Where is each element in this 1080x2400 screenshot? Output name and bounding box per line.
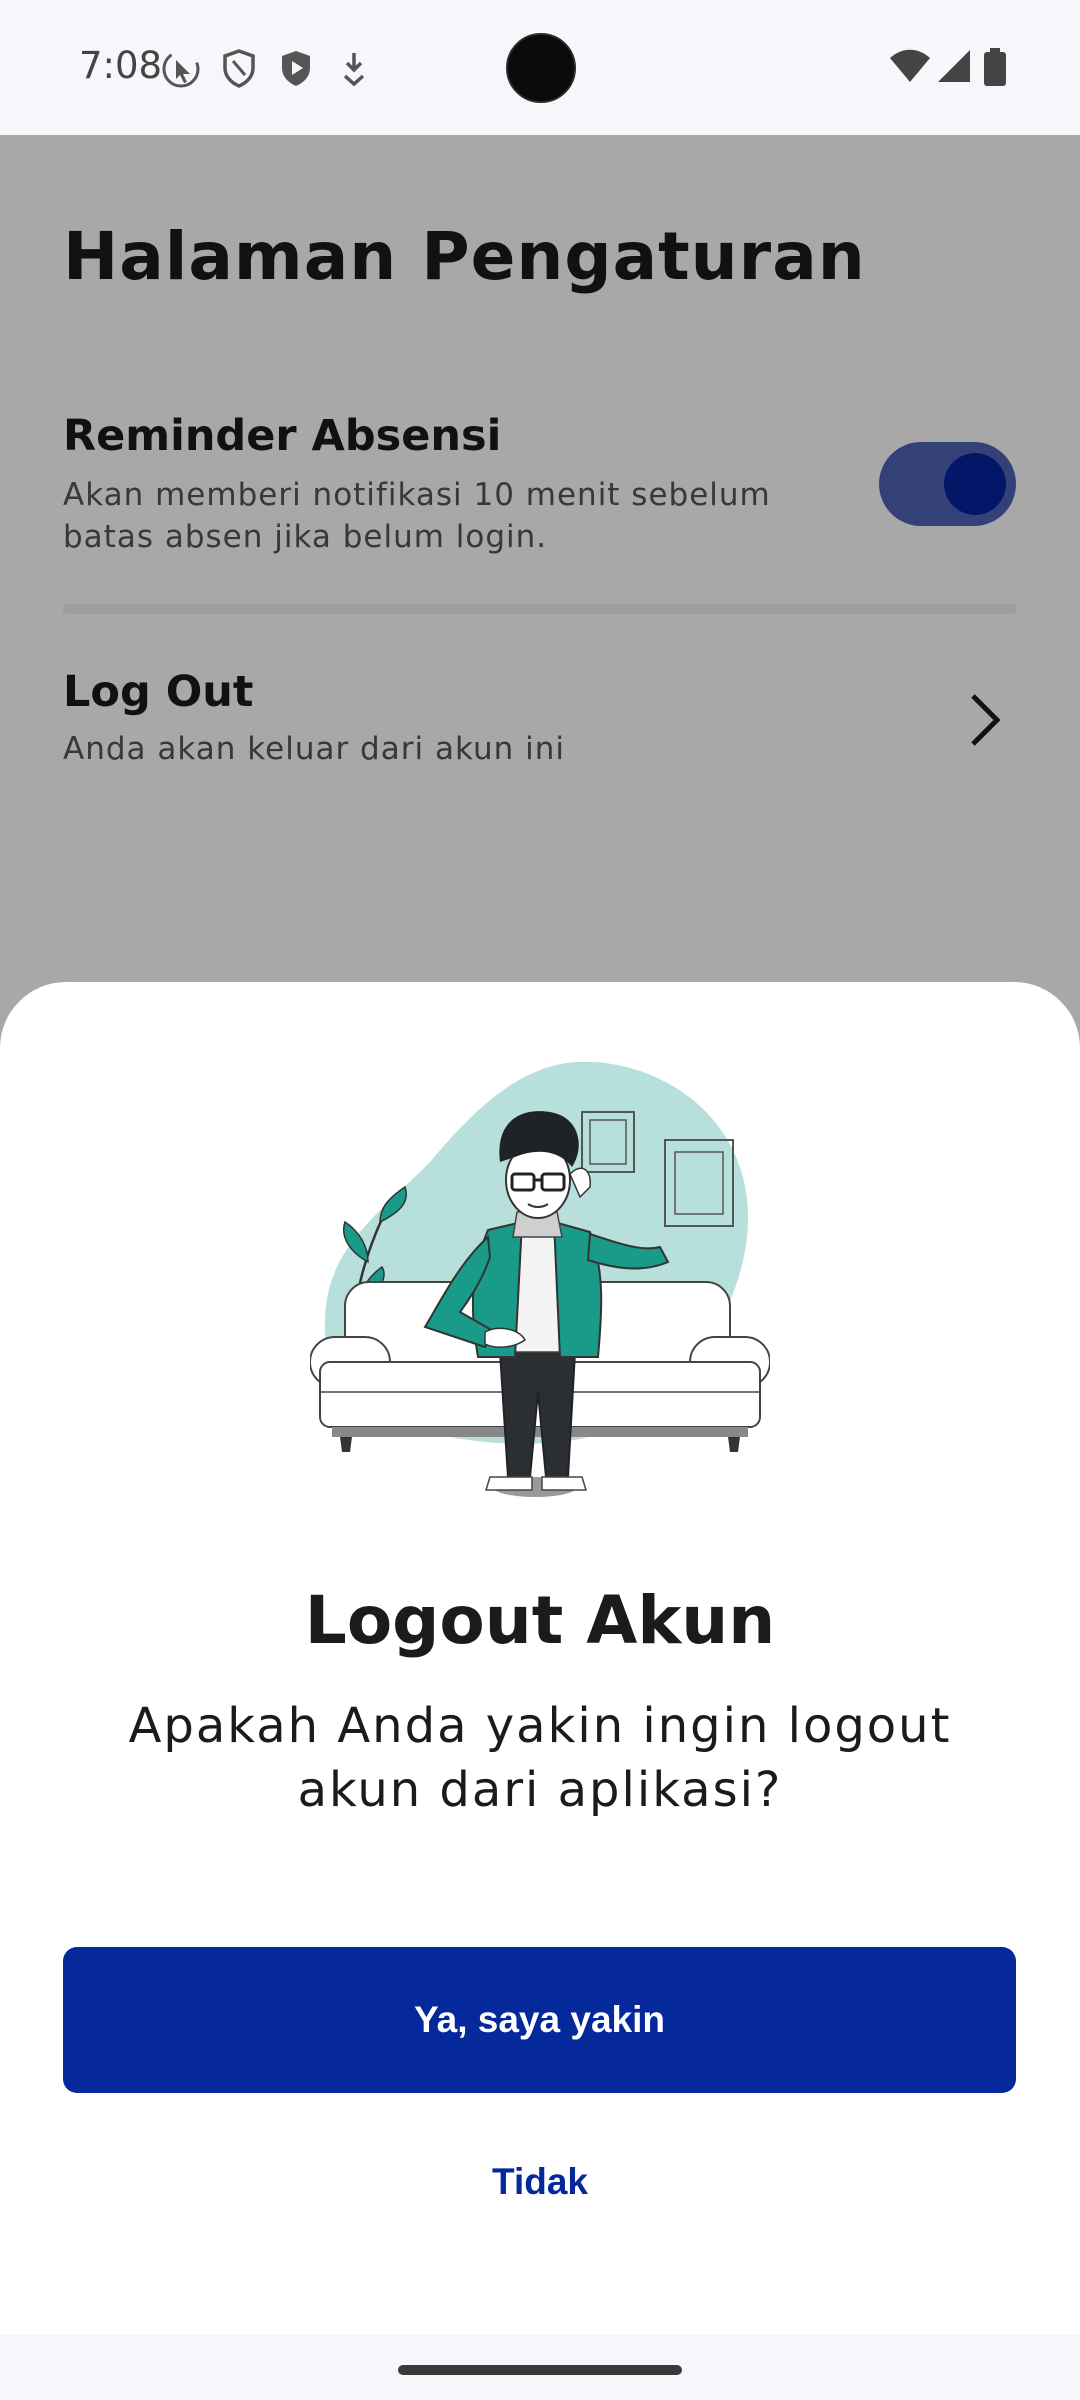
confirm-logout-button[interactable]: Ya, saya yakin (63, 1947, 1016, 2093)
battery-icon (984, 48, 1006, 86)
play-shield-icon (282, 51, 310, 86)
signal-icon (938, 50, 970, 82)
download-icon (343, 53, 365, 87)
home-gesture-handle[interactable] (398, 2365, 682, 2375)
front-camera (506, 33, 576, 103)
dialog-title: Logout Akun (304, 1582, 776, 1659)
dialog-message: Apakah Anda yakin ingin logout akun dari… (128, 1698, 952, 1818)
navigation-bar (0, 2335, 1080, 2400)
wifi-icon (890, 49, 930, 82)
status-time: 7:08 (79, 44, 163, 87)
logout-bottom-sheet: Logout Akun Apakah Anda yakin ingin logo… (0, 982, 1080, 2335)
status-bar: 7:08 (0, 0, 1080, 135)
pointer-icon (162, 50, 200, 88)
shield-icon (223, 49, 255, 88)
cancel-button[interactable]: Tidak (390, 2142, 690, 2222)
person-illustration (310, 1062, 770, 1497)
